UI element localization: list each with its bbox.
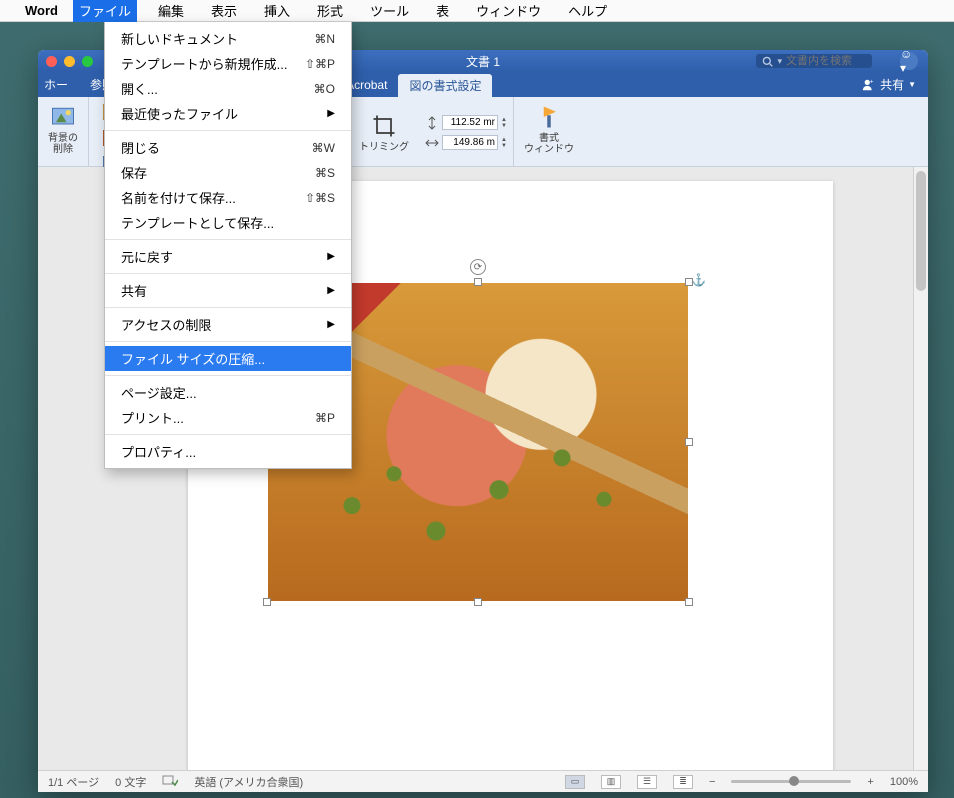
- ribbon-group-size: トリミング ▲▼ ▲▼: [349, 97, 514, 166]
- window-maximize-button[interactable]: [82, 56, 93, 67]
- menu-help[interactable]: ヘルプ: [562, 0, 613, 22]
- zoom-in-button[interactable]: +: [867, 776, 873, 788]
- search-icon: [762, 56, 773, 67]
- file-menu-share[interactable]: 共有▶: [105, 278, 351, 303]
- menu-view[interactable]: 表示: [205, 0, 243, 22]
- view-outline[interactable]: ☰: [637, 775, 657, 789]
- window-close-button[interactable]: [46, 56, 57, 67]
- zoom-slider[interactable]: [731, 780, 851, 783]
- file-menu-properties[interactable]: プロパティ...: [105, 439, 351, 464]
- submenu-arrow-icon: ▶: [327, 319, 335, 330]
- search-input[interactable]: [786, 55, 866, 67]
- file-menu-compress-file-size[interactable]: ファイル サイズの圧縮...: [105, 346, 351, 371]
- share-button[interactable]: + 共有▼: [850, 72, 928, 97]
- resize-handle-r[interactable]: [685, 438, 693, 446]
- window-minimize-button[interactable]: [64, 56, 75, 67]
- submenu-arrow-icon: ▶: [327, 108, 335, 119]
- menu-edit[interactable]: 編集: [152, 0, 190, 22]
- format-pane-button[interactable]: 書式 ウィンドウ: [520, 101, 578, 157]
- picture-height-row: ▲▼: [425, 115, 507, 130]
- resize-handle-bl[interactable]: [263, 598, 271, 606]
- crop-icon: [370, 112, 398, 140]
- file-menu-restrict-access[interactable]: アクセスの制限▶: [105, 312, 351, 337]
- submenu-arrow-icon: ▶: [327, 285, 335, 296]
- width-icon: [425, 136, 439, 150]
- ribbon-group-format-pane: 書式 ウィンドウ: [514, 97, 584, 166]
- view-web-layout[interactable]: ▥: [601, 775, 621, 789]
- stepper-down-icon[interactable]: ▼: [501, 123, 507, 129]
- height-stepper[interactable]: ▲▼: [501, 117, 507, 129]
- language-indicator[interactable]: 英語 (アメリカ合衆国): [194, 774, 303, 790]
- resize-handle-t[interactable]: [474, 278, 482, 286]
- menu-format[interactable]: 形式: [311, 0, 349, 22]
- file-menu-print[interactable]: プリント...⌘P: [105, 405, 351, 430]
- file-menu-open[interactable]: 開く...⌘O: [105, 76, 351, 101]
- ribbon-group-remove-background: 背景の 削除: [38, 97, 89, 166]
- zoom-slider-thumb[interactable]: [789, 776, 799, 786]
- tab-picture-format[interactable]: 図の書式設定: [398, 74, 492, 97]
- word-count[interactable]: 0 文字: [115, 774, 146, 790]
- file-menu-save-as[interactable]: 名前を付けて保存...⇧⌘S: [105, 185, 351, 210]
- resize-handle-b[interactable]: [474, 598, 482, 606]
- tab-home-partial[interactable]: ホー: [38, 72, 79, 97]
- file-menu-save-as-template[interactable]: テンプレートとして保存...: [105, 210, 351, 235]
- format-pane-icon: [535, 103, 563, 131]
- document-search[interactable]: ▾: [756, 54, 872, 68]
- picture-height-input[interactable]: [442, 115, 498, 130]
- width-stepper[interactable]: ▲▼: [501, 137, 507, 149]
- view-draft[interactable]: ≣: [673, 775, 693, 789]
- menu-separator: [105, 341, 351, 342]
- app-name[interactable]: Word: [25, 3, 58, 18]
- menu-insert[interactable]: 挿入: [258, 0, 296, 22]
- file-menu-revert[interactable]: 元に戻す▶: [105, 244, 351, 269]
- file-menu-close[interactable]: 閉じる⌘W: [105, 135, 351, 160]
- file-menu-save[interactable]: 保存⌘S: [105, 160, 351, 185]
- zoom-level[interactable]: 100%: [890, 776, 918, 788]
- menu-table[interactable]: 表: [430, 0, 455, 22]
- file-menu-page-setup[interactable]: ページ設定...: [105, 380, 351, 405]
- share-person-icon: +: [862, 78, 876, 92]
- window-controls: [46, 56, 93, 67]
- picture-width-row: ▲▼: [425, 135, 507, 150]
- crop-button[interactable]: トリミング: [355, 110, 413, 155]
- menu-separator: [105, 375, 351, 376]
- remove-background-icon: [49, 103, 77, 131]
- anchor-icon: ⚓: [691, 273, 706, 287]
- menu-file[interactable]: ファイル: [73, 0, 137, 22]
- submenu-arrow-icon: ▶: [327, 251, 335, 262]
- height-icon: [425, 116, 439, 130]
- resize-handle-tr[interactable]: [685, 278, 693, 286]
- mac-menu-bar: Word ファイル 編集 表示 挿入 形式 ツール 表 ウィンドウ ヘルプ: [0, 0, 954, 22]
- resize-handle-br[interactable]: [685, 598, 693, 606]
- menu-separator: [105, 273, 351, 274]
- file-menu-new-document[interactable]: 新しいドキュメント⌘N: [105, 26, 351, 51]
- menu-separator: [105, 307, 351, 308]
- menu-separator: [105, 239, 351, 240]
- stepper-down-icon[interactable]: ▼: [501, 143, 507, 149]
- zoom-out-button[interactable]: −: [709, 776, 715, 788]
- picture-width-input[interactable]: [442, 135, 498, 150]
- vertical-scrollbar[interactable]: [913, 167, 928, 770]
- menu-tools[interactable]: ツール: [364, 0, 415, 22]
- feedback-smiley-icon[interactable]: ☺ ▾: [900, 52, 918, 70]
- file-menu-new-from-template[interactable]: テンプレートから新規作成...⇧⌘P: [105, 51, 351, 76]
- file-menu-recent[interactable]: 最近使ったファイル▶: [105, 101, 351, 126]
- svg-text:+: +: [870, 78, 874, 85]
- menu-separator: [105, 434, 351, 435]
- menu-window[interactable]: ウィンドウ: [470, 0, 547, 22]
- spellcheck-icon[interactable]: [162, 773, 178, 790]
- scrollbar-thumb[interactable]: [916, 171, 926, 291]
- document-title: 文書 1: [466, 53, 500, 70]
- view-print-layout[interactable]: ▭: [565, 775, 585, 789]
- menu-separator: [105, 130, 351, 131]
- file-menu-dropdown: 新しいドキュメント⌘N テンプレートから新規作成...⇧⌘P 開く...⌘O 最…: [104, 22, 352, 469]
- rotation-handle[interactable]: ⟳: [470, 259, 486, 275]
- page-indicator[interactable]: 1/1 ページ: [48, 774, 99, 790]
- remove-background-button[interactable]: 背景の 削除: [44, 101, 82, 157]
- status-bar: 1/1 ページ 0 文字 英語 (アメリカ合衆国) ▭ ▥ ☰ ≣ − + 10…: [38, 770, 928, 792]
